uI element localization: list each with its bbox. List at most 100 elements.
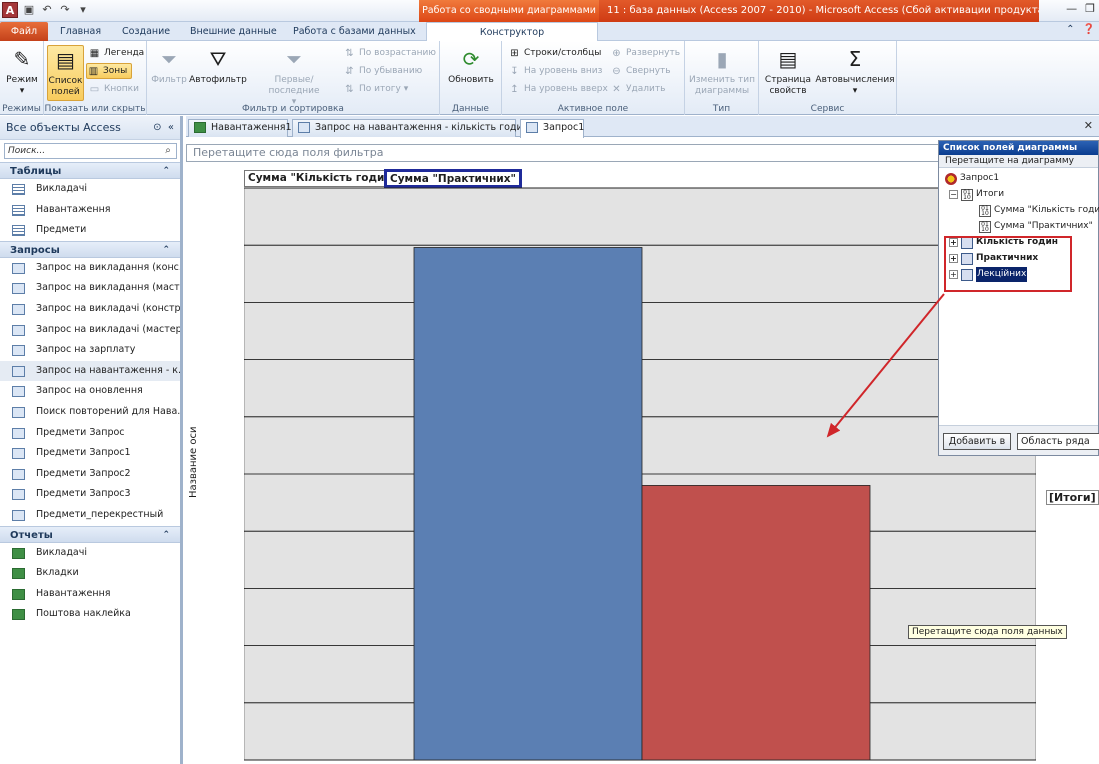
buttons-button[interactable]: ▭ Кнопки <box>88 81 139 97</box>
collapse-nav-icon[interactable]: « <box>168 122 174 133</box>
delete-button[interactable]: ✕ Удалить <box>610 81 665 97</box>
nav-item[interactable]: Запрос на оновлення <box>0 381 180 402</box>
close-document-icon[interactable]: ✕ <box>1084 119 1093 132</box>
expand-node-icon[interactable]: + <box>949 238 958 247</box>
field-list-title[interactable]: Список полей диаграммы <box>939 141 1098 155</box>
nav-item[interactable]: Запрос на викладачі (мастер) <box>0 320 180 341</box>
nav-item[interactable]: Предмети_перекрестный <box>0 505 180 526</box>
collapse-section-icon[interactable]: ⌃ <box>162 242 170 259</box>
top-ten-icon: ⏷ <box>286 46 302 71</box>
tree-total-field[interactable]: 01 10 Сумма "Кількість годин" <box>979 203 1099 218</box>
filter-button[interactable]: ⏷ Фильтр <box>151 45 187 86</box>
autofilter-button[interactable]: ⛛ Автофильтр <box>189 45 247 86</box>
nav-item[interactable]: Поиск повторений для Нава... <box>0 402 180 423</box>
nav-section-header[interactable]: Отчеты ⌃ <box>0 525 180 544</box>
collapse-node-icon[interactable]: − <box>949 190 958 199</box>
nav-section-header[interactable]: Запросы ⌃ <box>0 240 180 259</box>
nav-item[interactable]: Навантаження <box>0 584 180 605</box>
nav-search-input[interactable]: Поиск... ⌕ <box>4 143 177 159</box>
level-down-button[interactable]: ↧ На уровень вниз <box>508 63 602 79</box>
minimize-icon[interactable]: — <box>1066 2 1077 15</box>
tree-field[interactable]: + Кількість годин <box>949 235 1058 250</box>
nav-menu-icon[interactable]: ⊙ <box>153 122 161 133</box>
category-field-button[interactable]: [Итоги] <box>1046 490 1099 505</box>
series-field-button-hours[interactable]: Сумма "Кількість годин" <box>244 170 402 187</box>
nav-item[interactable]: Запрос на навантаження - к... <box>0 360 180 382</box>
nav-item[interactable]: Запрос на викладання (конс... <box>0 258 180 279</box>
table-icon <box>12 204 25 216</box>
area-select[interactable]: Область ряда <box>1017 433 1099 450</box>
doc-tab-query1[interactable]: Запрос1 <box>520 119 584 138</box>
nav-item-label: Предмети Запрос3 <box>36 488 131 500</box>
nav-item-label: Викладачі <box>36 183 87 194</box>
collapse-section-icon[interactable]: ⌃ <box>162 163 170 180</box>
refresh-button[interactable]: ⟳ Обновить <box>446 45 496 86</box>
field-list-button[interactable]: ▤ Список полей <box>47 45 84 101</box>
nav-item[interactable]: Викладачі <box>0 179 180 200</box>
total-field-icon: 01 10 <box>979 204 991 217</box>
nav-item[interactable]: Предмети Запрос3 <box>0 484 180 505</box>
doc-tab-table[interactable]: Навантаження1 <box>188 119 292 137</box>
collapse-button[interactable]: ⊖ Свернуть <box>610 63 670 79</box>
doc-tab-query[interactable]: Запрос на навантаження - кількість годин <box>292 119 529 137</box>
rows-columns-button[interactable]: ⊞ Строки/столбцы <box>508 45 601 61</box>
save-icon[interactable]: ▣ <box>22 3 36 17</box>
table-icon <box>194 122 206 133</box>
expand-node-icon[interactable]: + <box>949 254 958 263</box>
redo-icon[interactable]: ↷ <box>58 3 72 17</box>
collapse-section-icon[interactable]: ⌃ <box>162 527 170 544</box>
nav-item[interactable]: Предмети Запрос <box>0 423 180 444</box>
search-icon[interactable]: ⌕ <box>161 144 175 158</box>
legend-button[interactable]: ▦ Легенда <box>88 45 144 61</box>
add-to-button[interactable]: Добавить в <box>943 433 1011 450</box>
tab-database-tools[interactable]: Работа с базами данных <box>285 22 424 41</box>
tab-external-data[interactable]: Внешние данные <box>182 22 285 41</box>
level-up-button[interactable]: ↥ На уровень вверх <box>508 81 607 97</box>
nav-item[interactable]: Поштова наклейка <box>0 604 180 625</box>
sort-ascending-button[interactable]: ⇅ По возрастанию <box>343 45 436 61</box>
nav-section-header[interactable]: Таблицы ⌃ <box>0 162 180 179</box>
nav-item[interactable]: Предмети Запрос2 <box>0 464 180 485</box>
nav-item[interactable]: Вкладки <box>0 563 180 584</box>
property-sheet-button[interactable]: ▤ Страница свойств <box>763 45 813 97</box>
tree-total-field[interactable]: 01 10 Сумма "Практичних" <box>979 219 1093 234</box>
y-axis-title[interactable]: Название оси <box>188 427 199 498</box>
tab-designer[interactable]: Конструктор <box>426 22 598 42</box>
nav-item[interactable]: Запрос на викладання (маст... <box>0 278 180 299</box>
nav-item[interactable]: Навантаження <box>0 200 180 221</box>
undo-icon[interactable]: ↶ <box>40 3 54 17</box>
expand-node-icon[interactable]: + <box>949 270 958 279</box>
nav-item[interactable]: Запрос на викладачі (констр) <box>0 299 180 320</box>
access-logo-icon[interactable]: A <box>2 2 18 18</box>
tree-totals[interactable]: −01 10 Итоги <box>949 187 1004 202</box>
nav-item[interactable]: Викладачі <box>0 543 180 564</box>
restore-icon[interactable]: ❐ <box>1085 2 1095 15</box>
navigation-pane: Все объекты Access ⊙ « Поиск... ⌕ Таблиц… <box>0 116 183 764</box>
nav-header[interactable]: Все объекты Access ⊙ « <box>0 116 180 140</box>
customize-toolbar-icon[interactable]: ▾ <box>76 3 90 17</box>
change-chart-type-button[interactable]: ▮ Изменить тип диаграммы <box>689 45 755 97</box>
series-field-button-practical[interactable]: Сумма "Практичних" <box>384 169 522 188</box>
tree-field[interactable]: + Практичних <box>949 251 1038 266</box>
sort-by-total-button[interactable]: ⇅ По итогу ▾ <box>343 81 408 97</box>
first-last-button[interactable]: ⏷ Первые/последние ▾ <box>249 45 339 108</box>
nav-item[interactable]: Запрос на зарплату <box>0 340 180 361</box>
nav-item[interactable]: Предмети Запрос1 <box>0 443 180 464</box>
tab-home[interactable]: Главная <box>52 22 109 41</box>
nav-item[interactable]: Предмети <box>0 220 180 241</box>
tree-field-selected[interactable]: + Лекційних <box>949 267 1028 282</box>
tree-root[interactable]: Запрос1 <box>945 171 999 186</box>
sort-descending-button[interactable]: ⇵ По убыванию <box>343 63 422 79</box>
collapse-ribbon-icon[interactable]: ⌃ <box>1066 24 1074 35</box>
tab-create[interactable]: Создание <box>114 22 178 41</box>
filter-drop-zone[interactable]: Перетащите сюда поля фильтра <box>186 144 946 162</box>
mode-button[interactable]: ✎ Режим ▾ <box>3 45 41 97</box>
zones-button[interactable]: ▥ Зоны <box>86 63 133 79</box>
tab-file[interactable]: Файл <box>0 22 48 41</box>
expand-button[interactable]: ⊕ Развернуть <box>610 45 680 61</box>
help-icon[interactable]: ❓ <box>1083 24 1095 35</box>
autocalc-button[interactable]: Σ Автовычисления ▾ <box>815 45 895 97</box>
type-group-label: Тип <box>712 104 731 114</box>
chart-plot[interactable]: 0255075100125150175200225250 <box>244 186 1036 764</box>
query-icon <box>298 122 310 133</box>
